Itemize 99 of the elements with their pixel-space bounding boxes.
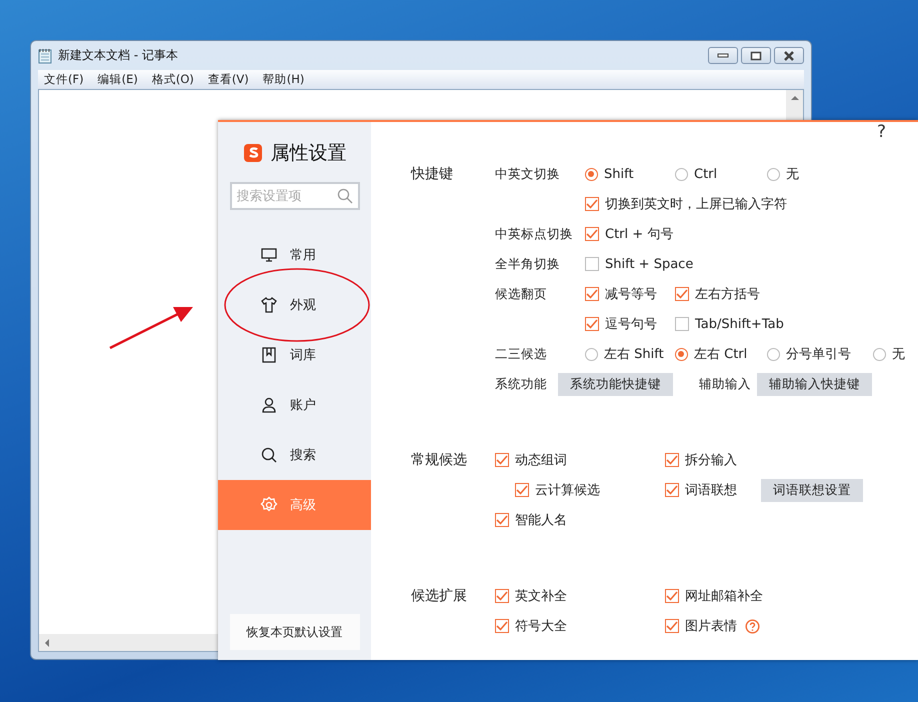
help-icon[interactable] (745, 618, 760, 634)
book-icon (260, 346, 278, 364)
checkbox[interactable] (585, 197, 599, 211)
nav-item[interactable]: 搜索 (218, 430, 371, 480)
shirt-icon (260, 296, 278, 314)
option-text: 分号单引号 (786, 346, 851, 363)
logo-icon (242, 143, 262, 163)
radio-button[interactable] (675, 168, 688, 180)
settings-button[interactable]: 词语联想设置 (761, 478, 863, 502)
checkbox[interactable] (495, 619, 509, 633)
radio-option[interactable]: Shift (585, 166, 675, 182)
minimize-icon (717, 52, 729, 58)
option-text: 网址邮箱补全 (685, 588, 763, 605)
option-text: 图片表情 (685, 618, 737, 635)
option-text: 左右方括号 (695, 286, 760, 303)
option-text: 无 (892, 346, 905, 363)
radio-option[interactable]: 无 (873, 345, 905, 363)
settings-button[interactable]: 辅助输入快捷键 (757, 372, 872, 396)
checkbox[interactable] (675, 317, 689, 331)
window-title: 新建文本文档 - 记事本 (58, 47, 178, 64)
radio-option[interactable]: 左右 Shift (585, 345, 675, 363)
checkbox[interactable] (495, 453, 509, 467)
monitor-icon (260, 246, 278, 264)
option-text: Ctrl (694, 166, 718, 182)
nav-item[interactable]: 账户 (218, 380, 371, 430)
help-button[interactable]: ? (876, 122, 886, 142)
option-text: 左右 Ctrl (694, 346, 748, 363)
maximize-icon (750, 50, 762, 60)
option-text: 拆分输入 (685, 452, 737, 469)
radio-option[interactable]: 无 (767, 165, 873, 183)
option-label: 二三候选 (495, 346, 548, 362)
checkbox[interactable] (665, 453, 679, 467)
section-title: 常规候选 (411, 451, 468, 470)
section-title: 候选扩展 (411, 587, 468, 606)
checkbox[interactable] (515, 483, 529, 497)
option-text: Tab/Shift+Tab (695, 316, 784, 332)
scroll-left-icon[interactable] (44, 638, 50, 648)
radio-button[interactable] (585, 168, 598, 180)
option-text: 无 (786, 166, 799, 183)
notepad-icon (38, 48, 52, 64)
maximize-button[interactable] (741, 47, 771, 64)
settings-button[interactable]: 系统功能快捷键 (558, 372, 673, 396)
nav-item[interactable]: 外观 (218, 280, 371, 330)
radio-button[interactable] (767, 168, 780, 180)
search-field[interactable]: 搜索设置项 (230, 182, 360, 210)
option-text: Ctrl + 句号 (605, 226, 674, 243)
menu-item[interactable]: 帮助(H) (262, 72, 304, 87)
option-label: 候选翻页 (495, 286, 548, 302)
option-text: 减号等号 (605, 286, 657, 303)
checkbox[interactable] (665, 589, 679, 603)
scroll-up-icon[interactable] (790, 95, 800, 101)
radio-option[interactable]: Ctrl (675, 166, 767, 182)
search-icon (336, 188, 352, 204)
checkbox[interactable] (585, 227, 599, 241)
user-icon (260, 396, 278, 414)
option-label: 辅助输入 (699, 376, 751, 392)
checkbox[interactable] (585, 257, 599, 271)
radio-button[interactable] (585, 348, 598, 360)
option-text: 英文补全 (515, 588, 567, 605)
settings-title: 属性设置 (270, 141, 346, 166)
radio-option[interactable]: 左右 Ctrl (675, 345, 767, 363)
option-text: 逗号句号 (605, 316, 657, 333)
settings-icon (260, 496, 278, 514)
option-label: 全半角切换 (495, 256, 561, 272)
checkbox[interactable] (665, 483, 679, 497)
option-text: 智能人名 (515, 512, 567, 529)
radio-button[interactable] (873, 348, 886, 360)
option-label: 中英标点切换 (495, 226, 574, 242)
menu-item[interactable]: 查看(V) (208, 72, 249, 87)
minimize-button[interactable] (708, 47, 738, 64)
checkbox[interactable] (665, 619, 679, 633)
option-text: 云计算候选 (535, 482, 600, 499)
menu-item[interactable]: 文件(F) (44, 72, 84, 87)
reset-button[interactable]: 恢复本页默认设置 (230, 614, 360, 650)
option-text: 词语联想 (685, 482, 737, 499)
option-label: 系统功能 (495, 376, 548, 392)
close-icon (782, 50, 796, 60)
search-icon (260, 446, 278, 464)
menu-item[interactable]: 编辑(E) (98, 72, 138, 87)
radio-option[interactable]: 分号单引号 (767, 345, 873, 363)
nav-item[interactable]: 常用 (218, 230, 371, 280)
option-text: 符号大全 (515, 618, 567, 635)
menu-item[interactable]: 格式(O) (152, 72, 194, 87)
nav-item[interactable]: 词库 (218, 330, 371, 380)
option-text: Shift (604, 166, 634, 182)
option-text: 切换到英文时，上屏已输入字符 (605, 196, 787, 213)
option-text: 动态组词 (515, 452, 567, 469)
option-text: 左右 Shift (604, 346, 664, 363)
option-text: Shift + Space (605, 256, 694, 272)
checkbox[interactable] (585, 287, 599, 301)
checkbox[interactable] (495, 513, 509, 527)
checkbox[interactable] (585, 317, 599, 331)
close-button[interactable] (774, 47, 804, 64)
section-title: 快捷键 (411, 165, 454, 184)
radio-button[interactable] (675, 348, 688, 360)
option-label: 中英文切换 (495, 166, 561, 182)
checkbox[interactable] (675, 287, 689, 301)
radio-button[interactable] (767, 348, 780, 360)
checkbox[interactable] (495, 589, 509, 603)
